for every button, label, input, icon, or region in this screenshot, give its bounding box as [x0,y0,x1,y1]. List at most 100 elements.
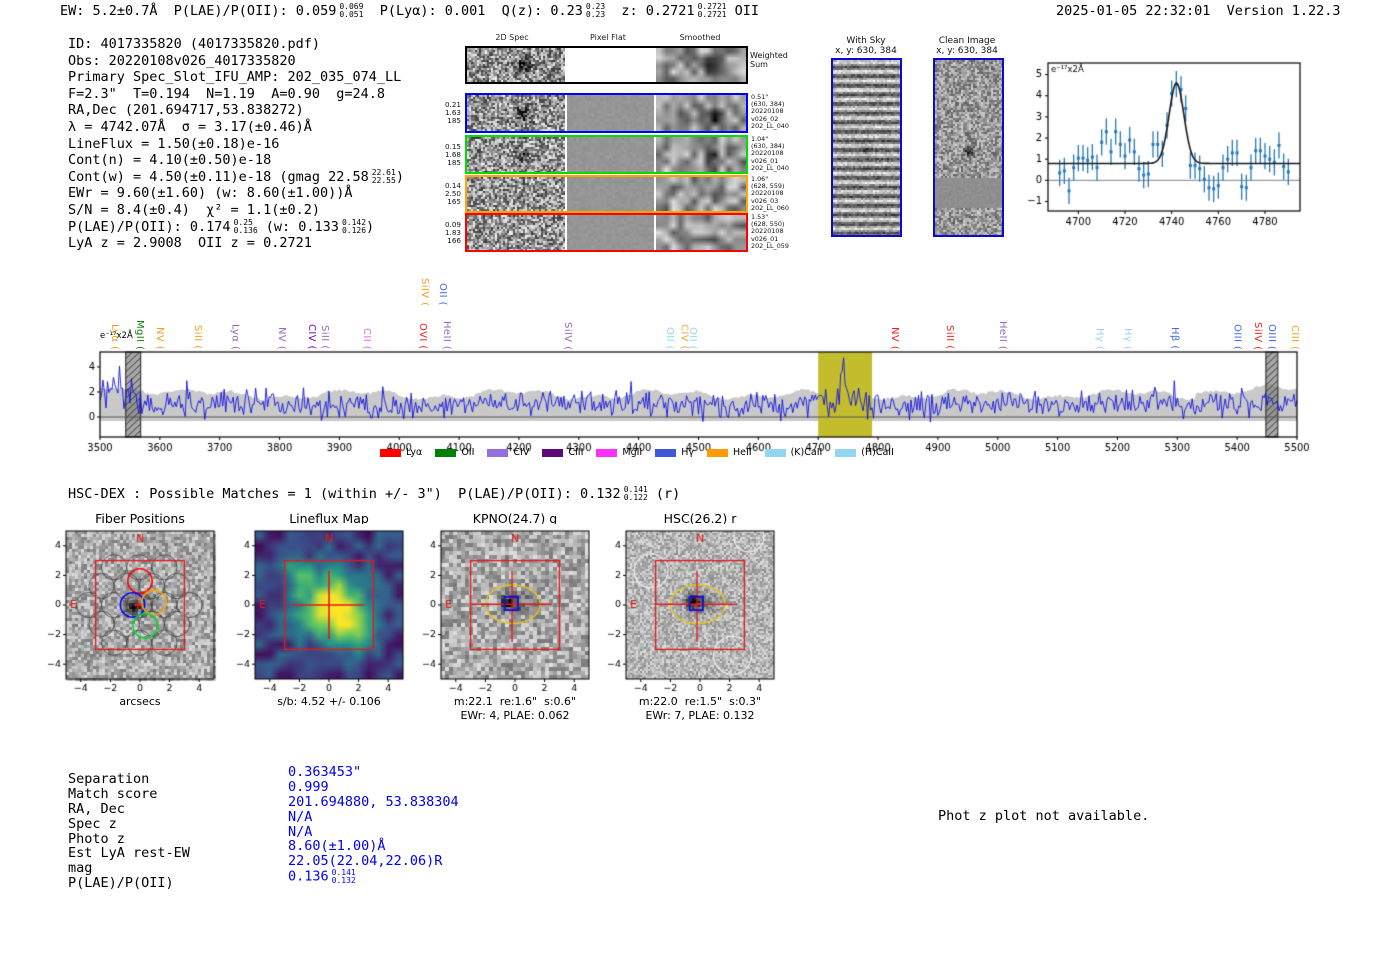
text-segment: LyA z = 2.9008 OII z = 0.2721 [68,235,312,252]
text-segment: 22.05(22.04,22.06)R [288,853,443,870]
header-stats: EW: 5.2±0.7Å P(LAE)/P(OII): 0.059 0.069 0.… [60,3,759,19]
spec2d-pixelflat-image [567,177,654,211]
text-segment: LineFlux = 1.50(±0.18)e-16 [68,135,280,152]
spec2d-smoothed-image [656,48,746,82]
strip-left-stats: 0.15 1.68 185 [429,142,461,168]
legend-swatch [542,448,564,457]
hsc-r-image [590,524,790,704]
legend-label: Hγ [681,447,694,458]
emission-line-label: SiII ( [192,325,204,350]
clean-image-panel [933,58,1004,237]
emission-line-label: SiII ( [943,325,955,350]
kpno-g-image [405,524,605,704]
spec2d-noise-image [467,137,565,172]
text-segment: (w: 0.133 [257,218,339,235]
match-table-values: 0.363453" 0.999 201.694880, 53.838304 N/A N/… [288,765,459,885]
match-field-label: Match score [68,785,158,802]
strip-left-stats: 0.21 1.63 185 [429,100,461,126]
info-line: Obs: 20220108v026_4017335820 [68,53,404,70]
spec2d-pixelflat-image [567,48,654,82]
legend-item: CIV [487,447,529,458]
fiber-positions-xlabel: arcsecs [119,695,161,708]
emission-line-label: OII ( [663,327,675,350]
emission-line-label: SiIV ( [562,321,574,350]
match-field-label: Separation [68,771,150,787]
text-segment: λ = 4742.07Å σ = 3.17(±0.46)Å [68,118,312,135]
emission-line-label: NV ( [275,326,287,350]
spec2d-pixelflat-image [567,95,654,131]
strip-right-info-line: 202_LL_040 [751,121,789,130]
legend-label: (K)CaII [790,447,823,458]
info-line: Primary Spec_Slot_IFU_AMP: 202_035_074_L… [68,69,404,86]
legend-item: CIII [542,447,583,458]
clean-image [935,60,1002,235]
match-field-label: P(LAE)/P(OII) [68,875,174,892]
emission-line-label: SiII ( [319,325,331,350]
strip-right-info-line: 202_LL_060 [751,203,789,212]
photz-note: Phot z plot not available. [938,808,1150,824]
spec2d-noise-image [467,215,565,250]
fiber-positions-image [30,524,230,704]
spec2d-strip [465,46,748,84]
text-segment: z: 0.2721 [605,3,695,19]
text-segment: ID: 4017335820 (4017335820.pdf) [68,36,320,52]
legend-item: (H)CaII [835,447,894,458]
uncertainty-stack: 0.141 0.132 [332,869,356,884]
strip-left-stats: 0.09 1.83 166 [429,220,461,246]
legend-label: CIII [568,447,584,458]
spec2d-strip [465,213,748,252]
uncertainty-stack: 0.23 0.23 [586,3,605,18]
emission-line-label: CIII ( [1289,324,1301,350]
match-field-value: 201.694880, 53.838304 [288,794,459,810]
legend-swatch [380,448,401,457]
hsc-r-xlabel: m:22.0 re:1.5" s:0.3" [638,695,762,708]
legend-item: Hγ [655,447,694,458]
text-segment: P(LAE)/P(OII): 0.174 [68,218,231,235]
elixer-report-page: EW: 5.2±0.7Å P(LAE)/P(OII): 0.059 0.069 0.… [0,0,1400,953]
spec2d-strip [465,175,748,213]
timestamp-version: 2025-01-05 22:32:01 Version 1.22.3 [1056,3,1341,19]
uncertainty-stack: 22.61 22.55 [372,169,396,184]
legend-swatch [707,448,728,457]
emission-line-label: Hγ ( [1122,327,1134,350]
text-segment: 8.60(±1.00)Å [288,838,386,855]
text-segment: HSC-DEX : Possible Matches = 1 (within +… [68,486,621,502]
uncertainty-stack: 0.2721 0.2721 [698,3,727,18]
legend-swatch [487,448,509,457]
col-header-pixelflat: Pixel Flat [590,33,626,42]
spec2d-noise-image [467,95,565,131]
legend-label: Lyα [406,447,423,458]
info-line: RA,Dec (201.694717,53.838272) [68,102,404,119]
emission-line-label: OII ( [436,283,448,306]
strip-left-stat: 185 [447,157,461,167]
emission-line-label: Lyα ( [229,323,241,350]
emission-line-label: SiIV ( [1252,321,1264,350]
match-field-value: 0.363453" [288,765,459,780]
spec2d-strip [465,93,748,133]
spec2d-smoothed-image [656,215,746,250]
fiber-positions-panel: Fiber Positions arcsecs [30,511,230,726]
text-segment: Cont(w) = 4.50(±0.11)e-18 (gmag 22.58 [68,168,369,185]
text-segment: OII [726,3,759,19]
lower-uncertainty: 0.122 [623,493,648,502]
text-segment: 0.999 [288,778,329,795]
strip-left-stat: 165 [447,197,461,207]
lineflux-map-xlabel: s/b: 4.52 +/- 0.106 [277,695,381,708]
text-segment: F=2.3" T=0.194 N=1.19 A=0.90 g=24.8 [68,85,385,102]
lower-uncertainty: 0.126 [341,225,367,235]
emission-line-label: OVI ( [417,323,429,350]
spec2d-smoothed-image [656,137,746,172]
text-segment: 0.136 [288,868,329,885]
info-line: Cont(n) = 4.10(±0.50)e-18 [68,152,404,169]
match-field-label: Est LyA rest-EW [68,845,190,862]
legend-swatch [435,448,457,457]
kpno-g-ewr-plae: EWr: 4, PLAE: 0.062 [460,709,570,722]
lower-uncertainty: 0.051 [339,10,364,19]
with-sky-title: With Sky [846,36,886,46]
emission-line-label: OII ( [687,327,699,350]
clean-image-coords: x, y: 630, 384 [936,46,998,56]
col-header-2dspec: 2D Spec [495,33,529,42]
weighted-sum-label: Weighted Sum [750,51,788,69]
spec2d-pixelflat-image [567,137,654,172]
spec2d-strip [465,135,748,174]
